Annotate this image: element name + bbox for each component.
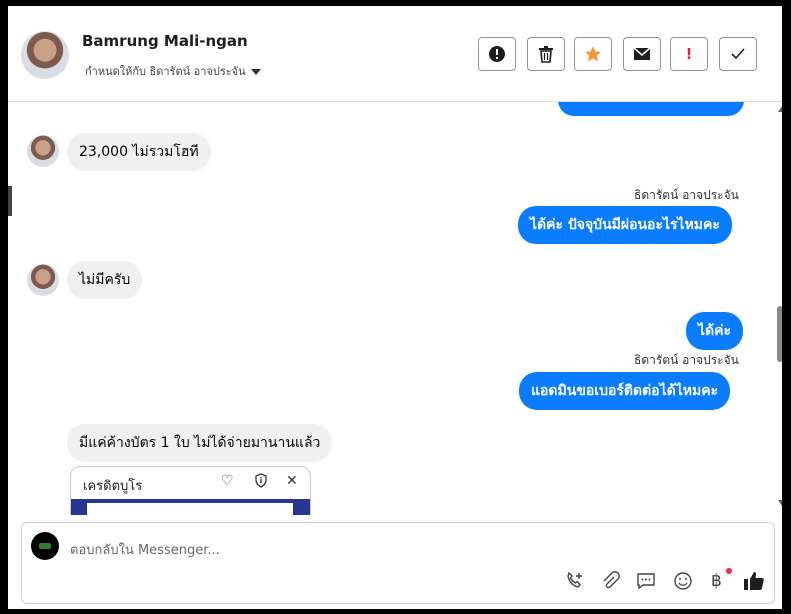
heart-icon[interactable]: ♡ bbox=[221, 473, 234, 489]
paperclip-icon[interactable] bbox=[600, 571, 620, 596]
scroll-up-icon[interactable] bbox=[778, 106, 782, 112]
message-in: ไม่มีครับ bbox=[67, 261, 143, 299]
message-in: มีแค่ค้างบัตร 1 ใบ ไม่ได้จ่ายมานานแล้ว bbox=[67, 424, 333, 462]
star-icon bbox=[585, 46, 601, 62]
contact-avatar-small bbox=[27, 135, 59, 167]
scrollbar-thumb[interactable] bbox=[777, 306, 782, 362]
reply-composer[interactable]: ตอบกลับใน Messenger... ฿ bbox=[21, 522, 775, 604]
scroll-down-icon[interactable] bbox=[778, 500, 782, 506]
mark-unread-button[interactable] bbox=[623, 37, 661, 71]
mark-done-button[interactable] bbox=[719, 37, 757, 71]
exclamation-icon: ! bbox=[685, 45, 693, 63]
conversation-panel: Bamrung Mali-ngan กำหนดให้กับ ธิดารัตน์ … bbox=[8, 6, 782, 609]
phone-plus-icon[interactable] bbox=[565, 571, 585, 596]
contact-avatar-small bbox=[27, 264, 59, 296]
close-icon[interactable]: ✕ bbox=[286, 473, 298, 489]
card-image-inner bbox=[87, 503, 293, 515]
chat-icon[interactable] bbox=[636, 571, 656, 596]
contact-name[interactable]: Bamrung Mali-ngan bbox=[82, 32, 248, 50]
alert-circle-icon bbox=[489, 46, 505, 62]
delete-button[interactable] bbox=[527, 37, 565, 71]
assignee-dropdown[interactable]: กำหนดให้กับ ธิดารัตน์ อาจประจัน bbox=[85, 62, 261, 80]
message-out: ได้ค่ะ ปัจจุบันมีผ่อนอะไรไหมคะ bbox=[518, 206, 732, 244]
star-button[interactable] bbox=[574, 37, 612, 71]
envelope-icon bbox=[633, 47, 651, 60]
thumbs-up-icon[interactable] bbox=[743, 571, 765, 596]
sender-name: ธิดารัตน์ อาจประจัน bbox=[634, 353, 739, 367]
card-title: เครดิตบูโร bbox=[83, 479, 143, 494]
message-in: 23,000 ไม่รวมโฮที bbox=[67, 133, 211, 171]
attachment-card[interactable]: เครดิตบูโร ♡ ✕ bbox=[70, 466, 311, 515]
message-thread[interactable]: 23,000 ไม่รวมโฮที ธิดารัตน์ อาจประจัน ได… bbox=[8, 102, 782, 515]
caret-down-icon bbox=[250, 69, 261, 75]
message-bubble-cut bbox=[558, 102, 744, 116]
follow-up-button[interactable]: ! bbox=[670, 37, 708, 71]
page-avatar bbox=[31, 532, 59, 560]
contact-avatar[interactable] bbox=[21, 31, 69, 79]
baht-icon[interactable]: ฿ bbox=[711, 571, 722, 591]
reply-input[interactable]: ตอบกลับใน Messenger... bbox=[70, 539, 220, 560]
mark-spam-button[interactable] bbox=[478, 37, 516, 71]
sender-name: ธิดารัตน์ อาจประจัน bbox=[634, 188, 739, 202]
shield-info-icon[interactable] bbox=[254, 473, 268, 492]
trash-icon bbox=[539, 46, 553, 63]
notification-dot bbox=[726, 568, 732, 574]
assignee-label: กำหนดให้กับ ธิดารัตน์ อาจประจัน bbox=[85, 65, 246, 78]
conversation-header: Bamrung Mali-ngan กำหนดให้กับ ธิดารัตน์ … bbox=[8, 6, 782, 102]
smiley-icon[interactable] bbox=[673, 571, 693, 596]
check-icon bbox=[731, 48, 745, 60]
message-out: ได้ค่ะ bbox=[686, 312, 744, 350]
message-out: แอดมินขอเบอร์ติดต่อได้ไหมคะ bbox=[519, 372, 731, 410]
